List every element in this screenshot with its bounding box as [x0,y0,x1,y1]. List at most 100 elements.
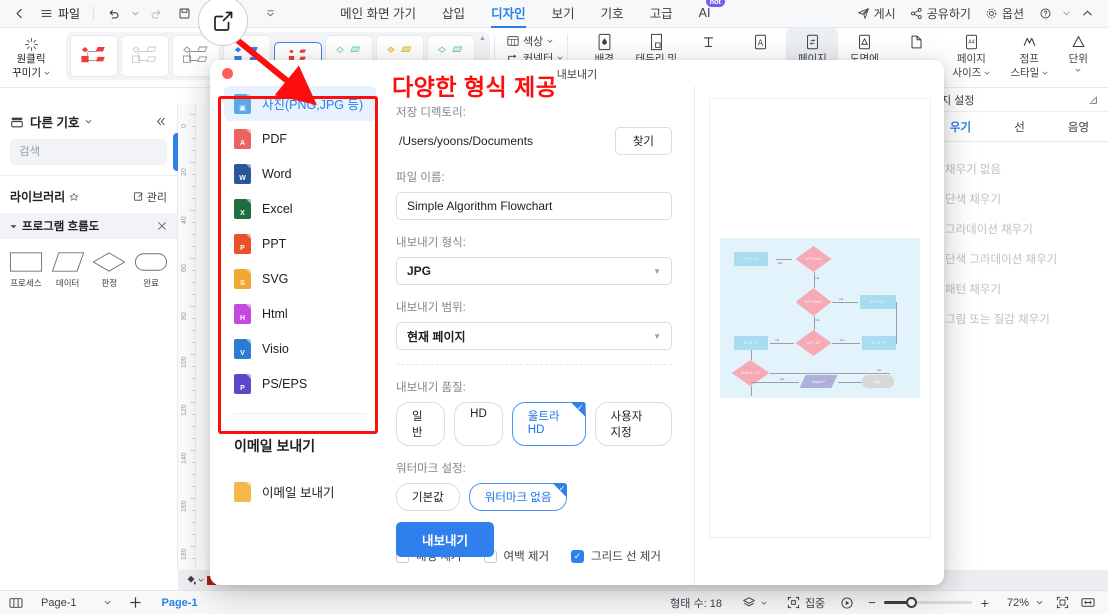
shape-search-box[interactable]: 검색 [10,133,202,171]
undo-icon[interactable] [101,3,127,25]
help-circle-icon[interactable] [1032,3,1058,25]
fill-option-pattern[interactable]: 패턴 채우기 [931,274,1108,304]
page-tab-active[interactable]: Page-1 [151,597,207,609]
fit-page-button[interactable] [1051,596,1074,609]
vertical-ruler: 0 20 40 60 80 100 120 140 160 180 [178,104,196,583]
pin-icon[interactable] [69,191,79,202]
undo-caret-icon[interactable] [129,3,141,25]
file-menu[interactable]: 파일 [34,5,86,22]
redo-icon[interactable] [143,3,169,25]
tab-view[interactable]: 보기 [539,0,588,28]
export-button[interactable]: 내보내기 [396,522,495,557]
double-chevron-left-icon[interactable] [154,115,167,128]
ribbon-textbox-button[interactable] [682,28,734,53]
options-button[interactable]: 옵션 [979,2,1030,25]
shape-item-decision[interactable]: 판정 [90,251,130,289]
dialog-launcher-icon[interactable] [1088,95,1098,105]
browse-button[interactable]: 찾기 [614,127,672,155]
close-icon[interactable] [157,221,167,231]
page-selector[interactable]: Page-1 [32,597,120,609]
edge-label-no-3: No [839,297,844,301]
toggle-panel-button[interactable] [0,597,32,609]
manage-library-button[interactable]: 관리 [133,189,167,205]
add-page-button[interactable] [120,596,151,609]
tab-line[interactable]: 선 [990,112,1049,141]
plus-icon [130,597,142,608]
color-button[interactable]: 색상 [507,33,563,49]
tab-home[interactable]: 메인 화면 가기 [327,0,429,28]
save-icon[interactable] [171,3,197,25]
scroll-up-icon[interactable]: ▲ [479,35,486,43]
play-button[interactable] [836,596,858,610]
email-send-item[interactable]: 이메일 보내기 [224,474,376,509]
edge-label-yes-2: Yes [839,338,845,342]
form-divider [396,364,672,365]
zoom-track[interactable] [883,597,972,608]
more-commands-icon[interactable] [263,3,277,25]
fill-option-picture-texture[interactable]: 그림 또는 질감 채우기 [931,304,1108,334]
zoom-out-button[interactable]: − [864,595,884,610]
fill-option-solid[interactable]: 단색 채우기 [931,184,1108,214]
quality-option-hd[interactable]: HD [454,402,503,446]
publish-button[interactable]: 게시 [851,2,902,25]
caret-down-icon[interactable] [85,118,92,125]
hot-badge: hot [705,0,725,7]
ribbon-letter-button[interactable]: A [734,28,786,53]
shape-item-data[interactable]: 데이터 [48,251,88,289]
parallelogram-shape-icon [51,252,84,272]
search-input[interactable] [19,146,173,158]
ribbon-jumpstyle-button[interactable]: 점프 스타일 [1000,28,1058,79]
focus-mode-button[interactable]: 집중 [778,595,834,611]
svg-text:A: A [758,39,764,48]
watermark-option-none[interactable]: 워터마크 없음 ✓ [468,483,568,511]
watermark-option-default[interactable]: 기본값 [396,483,460,511]
file-menu-label: 파일 [58,7,81,21]
fill-option-none[interactable]: 채우기 없음 [931,154,1108,184]
tab-shadow[interactable]: 음영 [1049,112,1108,141]
theme-swatch-outline-1[interactable] [121,35,169,77]
ribbon-pagesize-label-1: 페이지 [956,53,986,65]
manage-label: 관리 [146,191,167,204]
zoom-knob[interactable] [905,597,917,608]
quality-option-ultra-hd[interactable]: 울트라 HD ✓ [511,402,586,446]
check-icon: ✓ [558,484,566,493]
back-icon[interactable] [6,3,32,25]
share-button[interactable]: 공유하기 [904,2,977,25]
quality-option-normal[interactable]: 일반 [396,402,446,446]
checkbox-remove-gridlines[interactable]: ✓ 그리드 선 제거 [571,548,661,564]
caret-down-icon [1042,70,1048,76]
export-range-select[interactable]: 현재 페이지 ▼ [396,322,672,350]
shape-item-process[interactable]: 프로세스 [6,251,46,289]
shape-group-header[interactable]: 프로그램 흐름도 [0,213,177,239]
ribbon-pagesize-button[interactable]: A4 페이지 사이즈 [942,28,1000,79]
fit-width-button[interactable] [1076,596,1100,609]
edge-label-yes-1: Yes [777,261,783,265]
fill-option-solid-gradient[interactable]: 단색 그라데이션 채우기 [931,244,1108,274]
format-tabs: 우기 선 음영 [931,112,1108,142]
export-format-select[interactable]: JPG ▼ [396,257,672,285]
help-caret-icon[interactable] [1060,3,1072,25]
ribbon-unit-button[interactable]: 단위 [1058,28,1098,73]
tab-design[interactable]: 디자인 [478,0,539,28]
ribbon-crop-button[interactable] [890,28,942,53]
layout-panel-icon [9,597,23,608]
fill-option-gradient[interactable]: 그라데이션 채우기 [931,214,1108,244]
layers-button[interactable] [733,596,776,610]
export-range-label: 내보내기 범위: [396,302,466,314]
one-click-beautify-button[interactable]: 원클릭 꾸미기 [0,28,62,86]
tab-symbols[interactable]: 기호 [588,0,637,28]
paint-bucket-icon[interactable] [181,574,207,586]
collapse-ribbon-icon[interactable] [1074,3,1100,25]
zoom-slider[interactable]: − + [860,595,999,611]
edge-label-yes-3: Yes [779,377,785,381]
tab-advanced[interactable]: 고급 [637,0,686,28]
quality-option-custom[interactable]: 사용자 지정 [594,402,672,446]
file-name-input[interactable]: Simple Algorithm Flowchart [396,192,672,220]
tab-insert[interactable]: 삽입 [429,0,478,28]
svg-text:A4: A4 [968,39,975,45]
shape-item-terminator[interactable]: 완료 [131,251,171,289]
tab-ai[interactable]: AI hot [686,0,725,26]
zoom-level-selector[interactable]: 72% [1001,597,1049,609]
zoom-in-button[interactable]: + [972,595,995,611]
theme-swatch-red[interactable] [70,35,118,77]
